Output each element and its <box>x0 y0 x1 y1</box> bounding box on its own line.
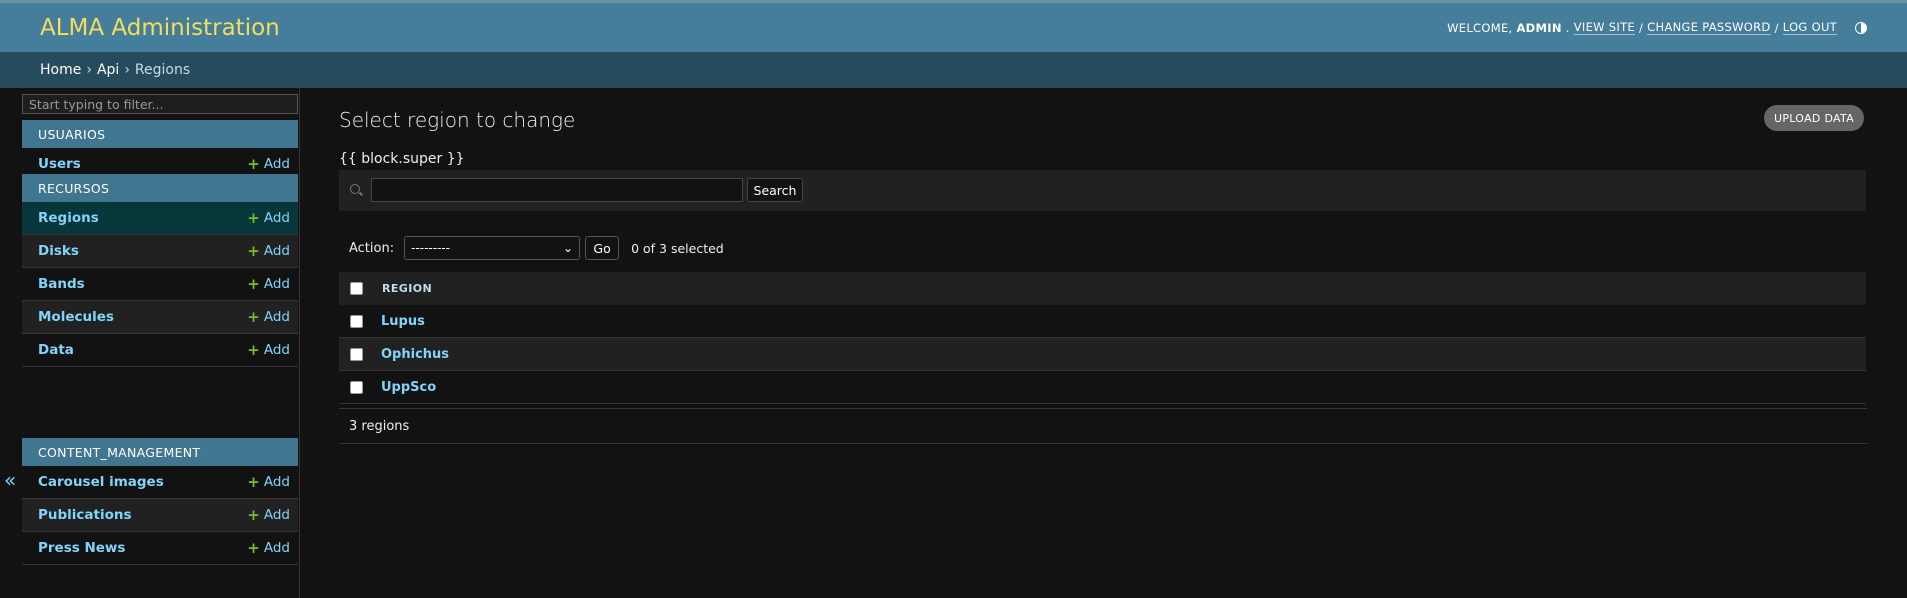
site-brand[interactable]: ALMA Administration <box>40 15 280 41</box>
plus-icon: + <box>247 275 260 293</box>
collapse-sidebar-icon[interactable]: « <box>4 468 16 492</box>
log-out-link[interactable]: LOG OUT <box>1782 20 1837 35</box>
row-checkbox[interactable] <box>350 380 363 394</box>
module-usuarios: USUARIOS Users + Add <box>22 120 298 181</box>
table-row: Ophichus <box>339 338 1866 371</box>
add-link[interactable]: + Add <box>247 308 290 326</box>
selection-counter: 0 of 3 selected <box>631 240 724 256</box>
breadcrumb: Home › Api › Regions <box>0 52 1907 88</box>
results-table: REGION Lupus Ophichus UppSco <box>339 272 1866 404</box>
sidebar-item-link[interactable]: Regions <box>38 210 99 226</box>
actions-bar: Action: --------- ⌄ Go 0 of 3 selected <box>339 236 1039 260</box>
sidebar-filter-input[interactable]: Start typing to filter... <box>22 94 298 114</box>
add-link[interactable]: + Add <box>247 539 290 557</box>
sidebar-item-data: Data + Add <box>22 334 298 367</box>
module-caption[interactable]: RECURSOS <box>22 174 298 202</box>
view-site-link[interactable]: VIEW SITE <box>1573 20 1635 35</box>
sidebar-item-link[interactable]: Bands <box>38 276 85 292</box>
plus-icon: + <box>247 242 260 260</box>
add-link[interactable]: + Add <box>247 341 290 359</box>
sidebar-item-carousel-images: Carousel images + Add <box>22 466 298 499</box>
sidebar-item-regions: Regions + Add <box>22 202 298 235</box>
search-input[interactable] <box>371 178 743 202</box>
sidebar-item-link[interactable]: Disks <box>38 243 79 259</box>
go-button[interactable]: Go <box>585 236 620 260</box>
search-icon <box>350 184 360 194</box>
row-checkbox[interactable] <box>350 314 363 328</box>
plus-icon: + <box>247 473 260 491</box>
breadcrumb-separator: › <box>86 62 92 78</box>
action-select-value: --------- <box>411 241 451 255</box>
table-row: Lupus <box>339 305 1866 338</box>
separator: / <box>1638 20 1644 35</box>
add-link[interactable]: + Add <box>247 506 290 524</box>
plus-icon: + <box>247 308 260 326</box>
plus-icon: + <box>247 155 260 173</box>
plus-icon: + <box>247 209 260 227</box>
add-link[interactable]: + Add <box>247 209 290 227</box>
sidebar-item-press-news: Press News + Add <box>22 532 298 565</box>
plus-icon: + <box>247 539 260 557</box>
chevron-down-icon: ⌄ <box>563 241 574 255</box>
sidebar-item-publications: Publications + Add <box>22 499 298 532</box>
sidebar-item-bands: Bands + Add <box>22 268 298 301</box>
sidebar-item-link[interactable]: Carousel images <box>38 474 164 490</box>
module-content-management: CONTENT_MANAGEMENT Carousel images + Add … <box>22 438 298 565</box>
column-header-region[interactable]: REGION <box>382 282 432 295</box>
module-caption[interactable]: USUARIOS <box>22 120 298 148</box>
breadcrumb-api[interactable]: Api <box>97 62 119 78</box>
sidebar-item-link[interactable]: Press News <box>38 540 125 556</box>
row-link[interactable]: Lupus <box>381 314 425 329</box>
sidebar: Start typing to filter... USUARIOS Users… <box>22 88 300 598</box>
sidebar-item-molecules: Molecules + Add <box>22 301 298 334</box>
add-link[interactable]: + Add <box>247 275 290 293</box>
username: ADMIN <box>1516 20 1562 35</box>
template-placeholder-text: {{ block.super }} <box>339 151 465 167</box>
change-password-link[interactable]: CHANGE PASSWORD <box>1647 20 1771 35</box>
action-select[interactable]: --------- ⌄ <box>404 236 581 260</box>
breadcrumb-current: Regions <box>134 62 191 78</box>
row-link[interactable]: Ophichus <box>381 347 449 362</box>
breadcrumb-separator: › <box>124 62 130 78</box>
row-link[interactable]: UppSco <box>381 380 436 395</box>
row-checkbox[interactable] <box>350 347 363 361</box>
sidebar-item-link[interactable]: Publications <box>38 507 132 523</box>
search-toolbar: Search <box>339 170 1866 211</box>
welcome-text: WELCOME, <box>1447 20 1513 35</box>
breadcrumb-home[interactable]: Home <box>40 62 81 78</box>
user-tools: WELCOME, ADMIN. VIEW SITE / CHANGE PASSW… <box>1447 20 1867 35</box>
plus-icon: + <box>247 341 260 359</box>
theme-toggle-icon[interactable] <box>1855 21 1867 34</box>
sidebar-item-link[interactable]: Data <box>38 342 74 358</box>
add-link[interactable]: + Add <box>247 242 290 260</box>
separator: / <box>1774 20 1779 35</box>
plus-icon: + <box>247 506 260 524</box>
action-label: Action: <box>349 240 395 256</box>
search-button[interactable]: Search <box>747 178 803 202</box>
module-caption[interactable]: CONTENT_MANAGEMENT <box>22 438 298 466</box>
sidebar-item-disks: Disks + Add <box>22 235 298 268</box>
add-link[interactable]: + Add <box>247 155 290 173</box>
table-header: REGION <box>339 272 1866 305</box>
sidebar-item-link[interactable]: Users <box>38 156 81 172</box>
upload-data-button[interactable]: UPLOAD DATA <box>1764 105 1864 131</box>
paginator: 3 regions <box>339 408 1867 444</box>
page-title: Select region to change <box>339 108 576 132</box>
header: ALMA Administration WELCOME, ADMIN. VIEW… <box>0 3 1907 52</box>
table-row: UppSco <box>339 371 1866 404</box>
module-recursos: RECURSOS Regions + Add Disks + Add Bands +… <box>22 174 298 367</box>
select-all-checkbox[interactable] <box>350 282 363 295</box>
add-link[interactable]: + Add <box>247 473 290 491</box>
sidebar-item-link[interactable]: Molecules <box>38 309 114 325</box>
